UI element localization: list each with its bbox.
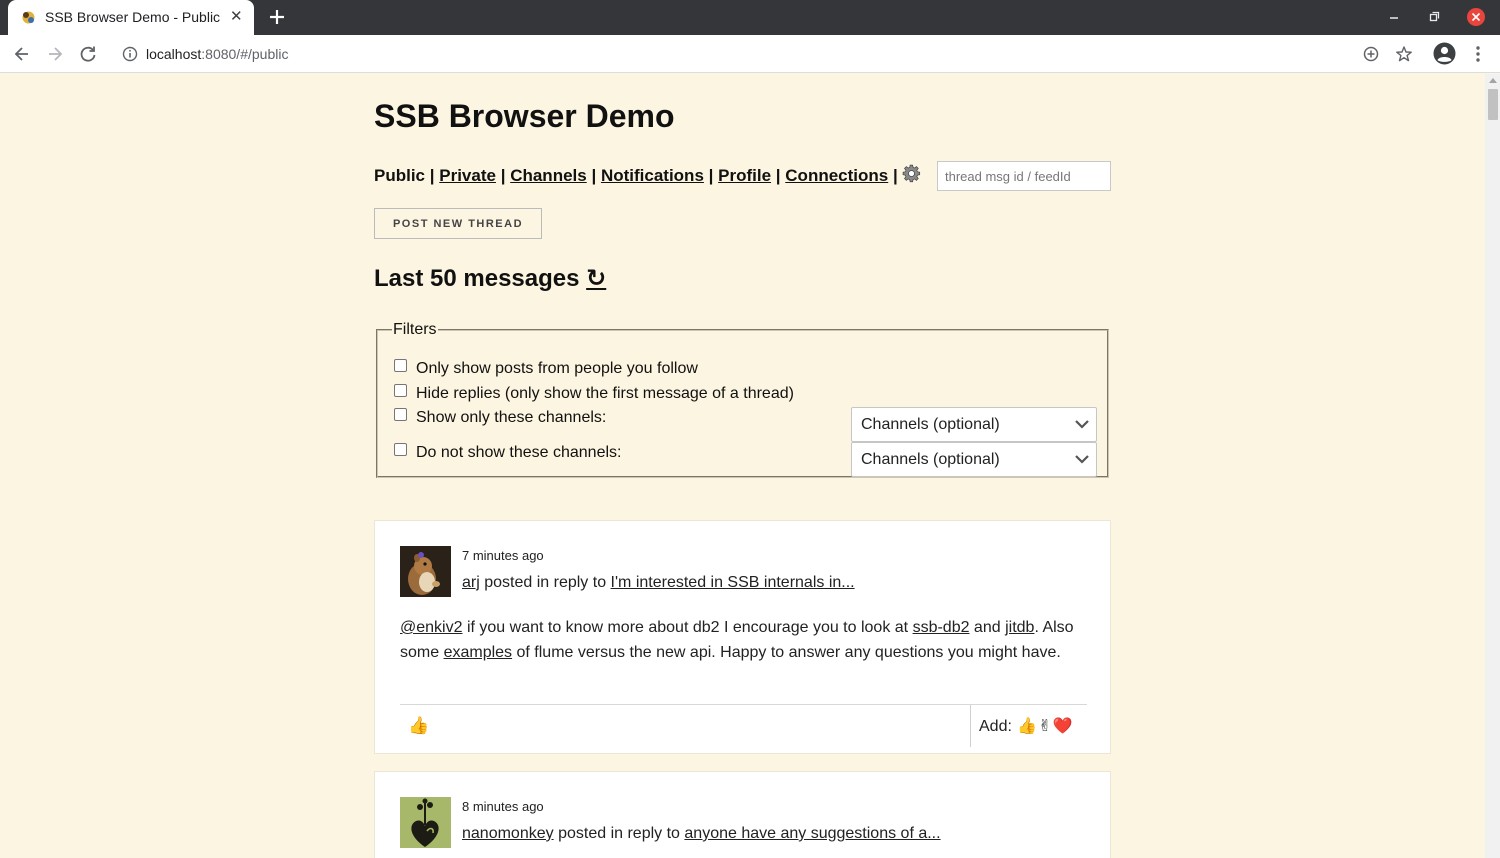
- byline-action: posted in reply to: [484, 574, 607, 591]
- message-timestamp[interactable]: 7 minutes ago: [462, 548, 544, 563]
- nav-current-public: Public: [374, 166, 426, 185]
- only-channels-select[interactable]: Channels (optional): [851, 407, 1097, 442]
- filter-only-channels[interactable]: Show only these channels:: [394, 408, 606, 427]
- select-placeholder: Channels (optional): [861, 416, 1000, 433]
- thread-search-input[interactable]: [937, 161, 1111, 191]
- tab-title: SSB Browser Demo - Public: [45, 9, 221, 25]
- install-app-icon[interactable]: [1361, 44, 1381, 64]
- exclude-channels-select[interactable]: Channels (optional): [851, 442, 1097, 477]
- nav-link-private[interactable]: Private: [439, 166, 496, 185]
- page-title: SSB Browser Demo: [374, 98, 675, 134]
- add-victory-reaction[interactable]: ✌: [1038, 716, 1051, 736]
- browser-tabstrip: SSB Browser Demo - Public ✕: [0, 0, 1500, 35]
- message-byline: nanomonkey posted in reply to anyone hav…: [462, 825, 941, 843]
- page-scrollbar[interactable]: [1485, 74, 1500, 858]
- nav-separator: |: [892, 166, 898, 185]
- tab-close-icon[interactable]: ✕: [230, 9, 243, 25]
- filter-follow-only-checkbox[interactable]: [394, 359, 407, 372]
- thread-link[interactable]: anyone have any suggestions of a...: [684, 825, 940, 842]
- messages-heading: Last 50 messages ↻: [374, 264, 606, 293]
- message-timestamp[interactable]: 8 minutes ago: [462, 799, 544, 814]
- restore-icon[interactable]: [1425, 8, 1443, 26]
- nav-link-notifications[interactable]: Notifications: [601, 166, 704, 185]
- add-reaction-label: Add:: [979, 718, 1012, 735]
- filter-exclude-channels-checkbox[interactable]: [394, 443, 407, 456]
- scroll-up-arrow-icon[interactable]: [1489, 78, 1497, 83]
- nav-separator: |: [500, 166, 506, 185]
- message-body: @enkiv2 if you want to know more about d…: [400, 615, 1090, 665]
- ssb-favicon-icon: [22, 11, 35, 24]
- add-heart-reaction[interactable]: ❤️: [1053, 716, 1073, 736]
- refresh-icon[interactable]: ↻: [586, 265, 606, 292]
- minimize-icon[interactable]: [1385, 8, 1403, 26]
- bookmark-star-icon[interactable]: [1394, 44, 1414, 64]
- chevron-down-icon: [1075, 455, 1089, 464]
- ssb-db2-link[interactable]: ssb-db2: [913, 619, 970, 636]
- nav-separator: |: [708, 166, 714, 185]
- scroll-thumb[interactable]: [1488, 89, 1498, 120]
- filters-legend: Filters: [393, 321, 437, 338]
- body-text: if you want to know more about db2 I enc…: [462, 619, 913, 636]
- byline-action: posted in reply to: [558, 825, 680, 842]
- back-icon[interactable]: [12, 44, 32, 64]
- add-thumbs-up-reaction[interactable]: 👍: [1017, 716, 1037, 736]
- settings-gear-icon[interactable]: [902, 164, 921, 183]
- message-footer: 👍 Add: 👍✌❤️: [400, 704, 1087, 748]
- filter-label: Hide replies (only show the first messag…: [416, 385, 794, 402]
- main-nav: Public | Private | Channels | Notificati…: [374, 164, 921, 186]
- filter-follow-only[interactable]: Only show posts from people you follow: [394, 359, 698, 378]
- filters-panel: Filters Only show posts from people you …: [376, 321, 1109, 478]
- site-info-icon[interactable]: [122, 46, 138, 62]
- jitdb-link[interactable]: jitdb: [1005, 619, 1034, 636]
- thread-link[interactable]: I'm interested in SSB internals in...: [611, 574, 855, 591]
- nav-separator: |: [591, 166, 597, 185]
- filter-hide-replies-checkbox[interactable]: [394, 384, 407, 397]
- reload-icon[interactable]: [78, 44, 98, 64]
- message-card: 7 minutes ago arj posted in reply to I'm…: [374, 520, 1111, 754]
- message-card: 8 minutes ago nanomonkey posted in reply…: [374, 771, 1111, 858]
- nav-link-channels[interactable]: Channels: [510, 166, 587, 185]
- nav-link-profile[interactable]: Profile: [718, 166, 771, 185]
- existing-reaction[interactable]: 👍: [408, 716, 429, 736]
- body-text: and: [969, 619, 1006, 636]
- browser-toolbar: localhost:8080/#/public: [0, 35, 1500, 73]
- chevron-down-icon: [1075, 420, 1089, 429]
- examples-link[interactable]: examples: [444, 644, 512, 661]
- url-text: localhost:8080/#/public: [146, 46, 289, 62]
- browser-menu-icon[interactable]: [1468, 44, 1488, 64]
- body-text: of flume versus the new api. Happy to an…: [512, 644, 1061, 661]
- filter-exclude-channels[interactable]: Do not show these channels:: [394, 443, 621, 462]
- select-placeholder: Channels (optional): [861, 451, 1000, 468]
- message-byline: arj posted in reply to I'm interested in…: [462, 574, 855, 592]
- nav-link-connections[interactable]: Connections: [785, 166, 888, 185]
- page-viewport: SSB Browser Demo Public | Private | Chan…: [0, 74, 1485, 858]
- avatar[interactable]: [400, 546, 451, 597]
- address-bar[interactable]: localhost:8080/#/public: [112, 39, 1392, 69]
- filter-label: Show only these channels:: [416, 409, 607, 426]
- messages-heading-text: Last 50 messages: [374, 265, 580, 292]
- author-link[interactable]: arj: [462, 574, 480, 591]
- filter-label: Do not show these channels:: [416, 444, 622, 461]
- close-window-icon[interactable]: [1467, 8, 1485, 26]
- add-reaction-group: Add: 👍✌❤️: [979, 716, 1073, 736]
- author-link[interactable]: nanomonkey: [462, 825, 554, 842]
- new-tab-icon[interactable]: [266, 6, 288, 28]
- filter-label: Only show posts from people you follow: [416, 360, 698, 377]
- footer-divider: [970, 705, 971, 747]
- filter-hide-replies[interactable]: Hide replies (only show the first messag…: [394, 384, 794, 403]
- post-new-thread-button[interactable]: POST NEW THREAD: [374, 208, 542, 239]
- browser-tab[interactable]: SSB Browser Demo - Public ✕: [8, 0, 254, 35]
- nav-separator: |: [429, 166, 435, 185]
- mention-link[interactable]: @enkiv2: [400, 619, 463, 636]
- avatar[interactable]: [400, 797, 451, 848]
- nav-separator: |: [775, 166, 781, 185]
- forward-icon[interactable]: [45, 44, 65, 64]
- filter-only-channels-checkbox[interactable]: [394, 408, 407, 421]
- profile-avatar-icon[interactable]: [1433, 42, 1456, 65]
